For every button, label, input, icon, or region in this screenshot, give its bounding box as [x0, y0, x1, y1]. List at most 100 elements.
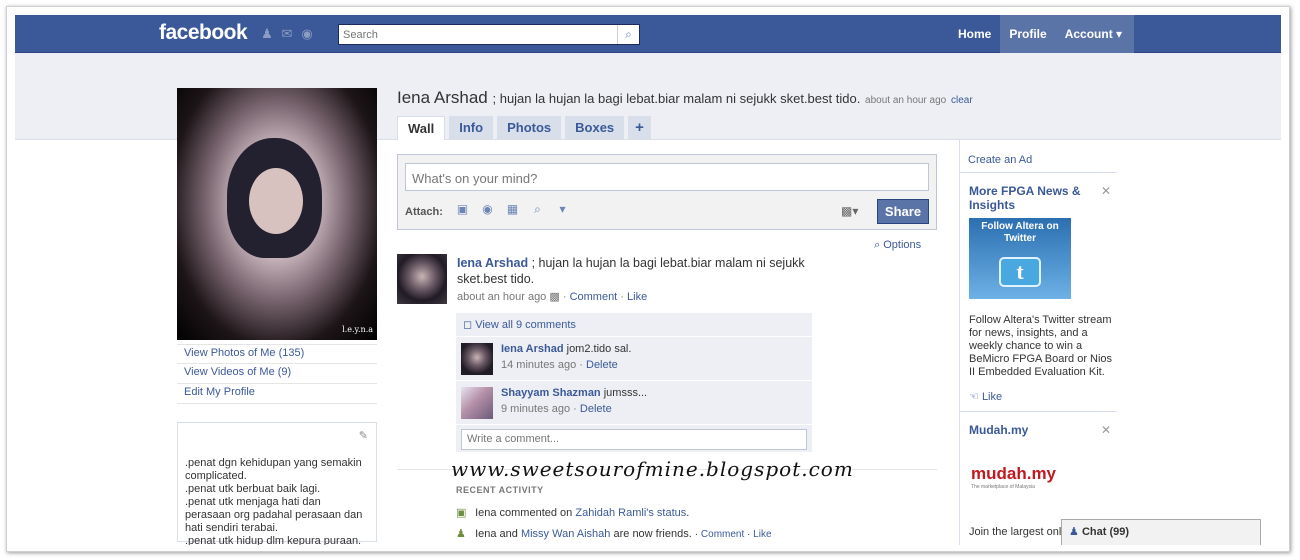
- view-photos-link[interactable]: View Photos of Me (135): [177, 344, 377, 364]
- story-time: about an hour ago: [457, 291, 547, 303]
- comment-body: jom2.tido sal.: [566, 343, 632, 355]
- comment-text: Iena Arshad jom2.tido sal.: [501, 343, 631, 355]
- profile-status: ; hujan la hujan la bagi lebat.biar mala…: [492, 91, 861, 106]
- chat-bar[interactable]: ♟ Chat (99): [1061, 519, 1261, 545]
- ad-body: Follow Altera's Twitter stream for news,…: [969, 314, 1113, 378]
- comment-avatar[interactable]: [461, 343, 493, 375]
- comments-section: ◻ View all 9 comments Iena Arshad jom2.t…: [456, 313, 812, 453]
- nav-home[interactable]: Home: [949, 15, 1000, 53]
- ad-image[interactable]: Follow Altera on Twitter t: [969, 218, 1071, 299]
- tab-photos[interactable]: Photos: [497, 116, 562, 139]
- story-avatar[interactable]: [397, 254, 447, 304]
- thumbs-up-icon: ☜: [969, 391, 979, 403]
- comment-author[interactable]: Iena Arshad: [501, 343, 564, 355]
- edit-profile-link[interactable]: Edit My Profile: [177, 384, 377, 404]
- activity-text: Iena commented on: [475, 507, 573, 519]
- profile-tabs: Wall Info Photos Boxes +: [397, 116, 651, 140]
- attach-icons: ▣ ◉ ▦ ⌕ ▾: [454, 201, 571, 218]
- ad-altera: More FPGA News & Insights ✕ Follow Alter…: [959, 172, 1117, 411]
- ad-image-text: Follow Altera on Twitter: [981, 221, 1059, 244]
- top-bar: facebook ♟ ✉ ◉ ⌕ Home Profile Account ▾: [15, 15, 1281, 53]
- friend-requests-icon[interactable]: ♟: [259, 26, 275, 42]
- write-comment-row: Write a comment...: [456, 425, 812, 453]
- story-text: Iena Arshad ; hujan la hujan la bagi leb…: [457, 255, 837, 287]
- options-link[interactable]: ⌕ Options: [874, 239, 921, 252]
- profile-picture[interactable]: l.e.y.n.a: [177, 88, 377, 340]
- comment-author[interactable]: Shayyam Shazman: [501, 387, 601, 399]
- comment-bubble-icon: ◻: [463, 319, 473, 331]
- top-nav: Home Profile Account ▾: [949, 15, 1135, 53]
- search-box: ⌕: [338, 24, 640, 45]
- privacy-lock-icon[interactable]: ▩▾: [841, 204, 858, 218]
- link-search-icon[interactable]: ⌕: [529, 201, 546, 218]
- options-magnifier-icon: ⌕: [874, 239, 881, 251]
- mudah-logo-tagline: The marketplace of Malaysia: [971, 484, 1035, 490]
- search-input[interactable]: [341, 26, 613, 43]
- facebook-page: facebook ♟ ✉ ◉ ⌕ Home Profile Account ▾ …: [15, 15, 1281, 545]
- status-input[interactable]: What's on your mind?: [405, 163, 929, 191]
- comment-time: 9 minutes ago: [501, 403, 571, 415]
- activity-text: Iena and: [475, 528, 518, 540]
- comment-body: jumsss...: [603, 387, 648, 399]
- screenshot-frame: facebook ♟ ✉ ◉ ⌕ Home Profile Account ▾ …: [6, 6, 1290, 552]
- delete-comment-link[interactable]: Delete: [586, 359, 618, 371]
- ad-like-label: Like: [981, 391, 1003, 403]
- nav-account[interactable]: Account ▾: [1055, 15, 1135, 53]
- tab-info[interactable]: Info: [449, 116, 494, 139]
- jewel-icons: ♟ ✉ ◉: [259, 26, 315, 42]
- nav-profile[interactable]: Profile: [1000, 15, 1056, 53]
- story-author[interactable]: Iena Arshad: [457, 256, 528, 270]
- tab-boxes[interactable]: Boxes: [565, 116, 625, 139]
- view-all-comments[interactable]: ◻ View all 9 comments: [456, 313, 812, 337]
- blog-watermark: www.sweetsourofmine.blogspot.com: [451, 457, 854, 481]
- edit-pencil-icon[interactable]: ✎: [359, 430, 368, 443]
- comment-activity-icon: ▣: [456, 507, 467, 519]
- lock-icon: ▩: [549, 291, 560, 303]
- comment-text: Shayyam Shazman jumsss...: [501, 387, 647, 399]
- story-comment-link[interactable]: Comment: [570, 291, 618, 303]
- view-videos-link[interactable]: View Videos of Me (9): [177, 364, 377, 384]
- event-calendar-icon[interactable]: ▦: [504, 201, 521, 218]
- mudah-logo[interactable]: mudah.my The marketplace of Malaysia: [971, 464, 1056, 490]
- close-icon[interactable]: ✕: [1101, 184, 1111, 198]
- comment-avatar[interactable]: [461, 387, 493, 419]
- facebook-logo[interactable]: facebook: [159, 21, 248, 45]
- twitter-icon: t: [999, 257, 1041, 287]
- video-icon[interactable]: ◉: [479, 201, 496, 218]
- view-all-label: View all 9 comments: [475, 319, 576, 331]
- close-icon[interactable]: ✕: [1101, 423, 1111, 437]
- profile-picture-signature: l.e.y.n.a: [342, 325, 373, 334]
- activity-friend-link[interactable]: Missy Wan Aishah: [521, 528, 610, 540]
- clear-status-link[interactable]: clear: [951, 95, 973, 106]
- tab-wall[interactable]: Wall: [397, 116, 446, 140]
- profile-links: View Photos of Me (135) View Videos of M…: [177, 344, 377, 404]
- delete-comment-link[interactable]: Delete: [580, 403, 612, 415]
- chat-label: Chat (99): [1081, 526, 1129, 538]
- profile-picture-face: [249, 168, 303, 234]
- comment-item: Iena Arshad jom2.tido sal. 14 minutes ag…: [456, 337, 812, 381]
- options-label: Options: [883, 239, 922, 251]
- activity-item: ▣ Iena commented on Zahidah Ramli's stat…: [456, 507, 690, 519]
- ad-title[interactable]: Mudah.my: [969, 423, 1093, 437]
- more-dropdown-icon[interactable]: ▾: [554, 201, 571, 218]
- activity-link[interactable]: Zahidah Ramli's status: [575, 507, 686, 519]
- write-comment-input[interactable]: Write a comment...: [461, 429, 807, 450]
- notifications-globe-icon[interactable]: ◉: [299, 26, 315, 42]
- profile-header: Iena Arshad ; hujan la hujan la bagi leb…: [397, 88, 973, 108]
- tab-add[interactable]: +: [628, 116, 651, 139]
- create-ad-link[interactable]: Create an Ad: [968, 154, 1032, 166]
- activity-comment-link[interactable]: Comment: [701, 529, 744, 540]
- activity-like-link[interactable]: Like: [753, 529, 771, 540]
- ad-like[interactable]: ☜ Like: [969, 390, 1002, 403]
- recent-activity-heading: RECENT ACTIVITY: [456, 485, 544, 495]
- ad-title[interactable]: More FPGA News & Insights: [969, 184, 1093, 212]
- status-time: about an hour ago: [865, 95, 947, 106]
- bio-box: ✎ .penat dgn kehidupan yang semakin comp…: [177, 422, 377, 545]
- messages-icon[interactable]: ✉: [279, 26, 295, 42]
- story-like-link[interactable]: Like: [627, 291, 647, 303]
- share-button[interactable]: Share: [877, 199, 929, 224]
- activity-suffix: are now friends.: [613, 528, 692, 540]
- search-icon[interactable]: ⌕: [617, 25, 639, 44]
- activity-actions: · Comment · Like: [694, 529, 772, 540]
- photo-icon[interactable]: ▣: [454, 201, 471, 218]
